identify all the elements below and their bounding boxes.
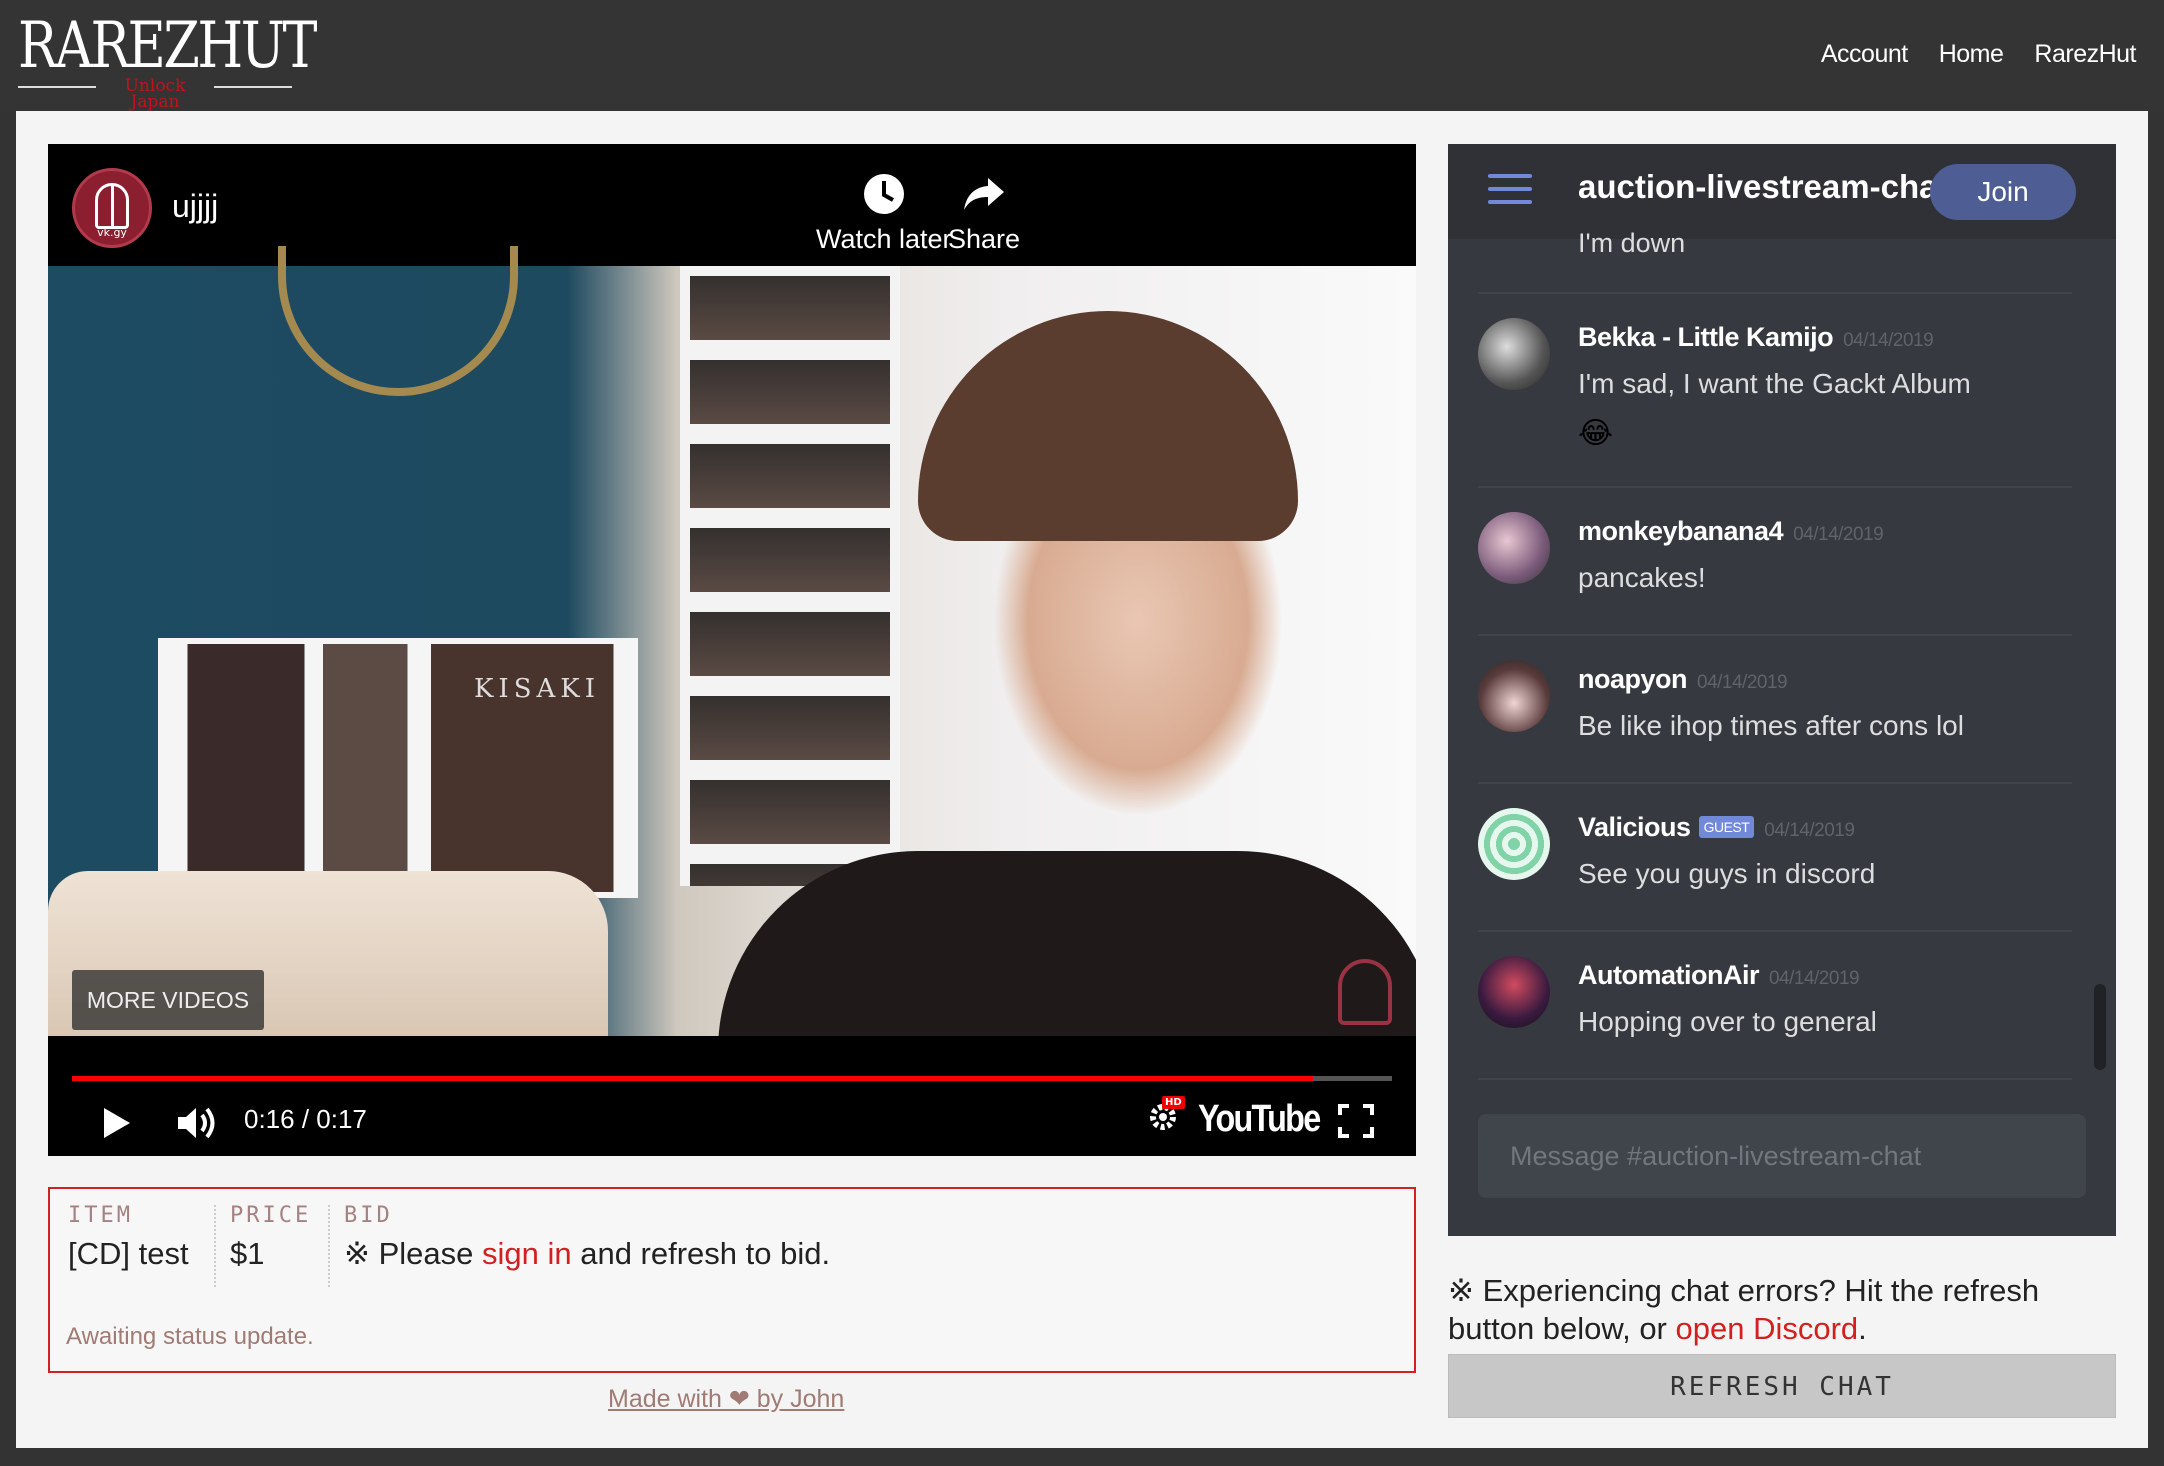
price-header: PRICE <box>230 1203 312 1228</box>
guest-badge: GUEST <box>1698 816 1755 838</box>
chat-message: noapyon 04/14/2019 Be like ihop times aft… <box>1478 634 2072 782</box>
nav-home-link[interactable]: Home <box>1939 40 2004 69</box>
user-avatar[interactable] <box>1478 808 1550 880</box>
video-controls: 0:16 / 0:17 HD YouTube <box>48 1036 1416 1156</box>
more-videos-button[interactable]: MORE VIDEOS <box>72 970 264 1030</box>
chat-message: AutomationAir 04/14/2019 Hopping over to … <box>1478 930 2072 1080</box>
status-text: Awaiting status update. <box>66 1323 314 1350</box>
top-bar: RAREZHUT Unlock Japan Account Home Rarez… <box>0 0 2164 111</box>
volume-icon[interactable] <box>176 1104 218 1142</box>
credit-link[interactable]: Made with ❤ by John <box>608 1384 844 1414</box>
item-header: ITEM <box>68 1203 133 1228</box>
youtube-logo[interactable]: YouTube <box>1198 1098 1321 1141</box>
user-avatar[interactable] <box>1478 660 1550 732</box>
nav-account-link[interactable]: Account <box>1821 40 1908 69</box>
user-avatar[interactable] <box>1478 956 1550 1028</box>
presenter <box>718 311 1416 1051</box>
channel-title: auction-livestream-chat <box>1578 168 1949 205</box>
wall-mirror <box>278 246 518 396</box>
sign-in-link[interactable]: sign in <box>482 1236 572 1271</box>
logo-tagline: Unlock Japan <box>18 78 293 111</box>
progress-bar[interactable] <box>72 1076 1392 1081</box>
channel-watermark-icon[interactable] <box>1338 959 1392 1025</box>
video-time: 0:16 / 0:17 <box>244 1104 367 1134</box>
hd-badge: HD <box>1162 1096 1185 1109</box>
logo-wordmark: RAREZHUT <box>18 9 317 83</box>
discord-chat-widget: auction-livestream-chat Join I'm down Be… <box>1448 144 2116 1236</box>
partial-message: I'm down <box>1578 228 1686 258</box>
emoji: 😂 <box>1578 416 1614 451</box>
bid-column: BID ※ Please sign in and refresh to bid. <box>344 1203 830 1272</box>
join-button[interactable]: Join <box>1930 164 2076 220</box>
user-avatar[interactable] <box>1478 318 1550 390</box>
refresh-chat-button[interactable]: REFRESH CHAT <box>1448 1354 2116 1418</box>
video-player[interactable]: vk.gy ujjjj Watch later Share KISAKI MOR… <box>48 144 1416 1156</box>
open-discord-link[interactable]: open Discord <box>1676 1311 1859 1346</box>
video-title[interactable]: ujjjj <box>172 188 218 225</box>
chat-help-text: ※ Experiencing chat errors? Hit the refr… <box>1448 1273 2040 1346</box>
clock-icon <box>863 174 904 214</box>
share-button[interactable]: Share <box>948 172 1020 255</box>
chat-message: Bekka - Little Kamijo 04/14/2019 I'm sad,… <box>1478 292 2072 488</box>
bid-panel: ITEM [CD] test PRICE $1 BID ※ Please sig… <box>48 1187 1416 1373</box>
hamburger-menu-icon[interactable] <box>1488 174 1532 204</box>
chat-header: auction-livestream-chat Join <box>1448 144 2116 239</box>
play-icon[interactable] <box>102 1106 132 1140</box>
share-arrow-icon <box>964 178 1005 210</box>
bid-instructions: ※ Please sign in and refresh to bid. <box>344 1236 831 1271</box>
settings-gear-icon[interactable]: HD <box>1148 1096 1185 1130</box>
price-column: PRICE $1 <box>230 1203 311 1272</box>
message-input[interactable]: Message #auction-livestream-chat <box>1478 1114 2086 1198</box>
bid-header: BID <box>344 1203 393 1228</box>
chat-message: Valicious GUEST 04/14/2019 See you guys in… <box>1478 782 2072 930</box>
channel-avatar[interactable]: vk.gy <box>72 168 152 248</box>
framed-posters: KISAKI <box>158 638 638 898</box>
watch-later-button[interactable]: Watch later <box>816 172 952 255</box>
price-value: $1 <box>230 1236 265 1271</box>
site-logo[interactable]: RAREZHUT Unlock Japan <box>18 12 317 111</box>
nav-rarezhut-link[interactable]: RarezHut <box>2034 40 2136 69</box>
progress-fill <box>72 1076 1313 1081</box>
chat-scrollbar[interactable] <box>2094 984 2106 1070</box>
top-nav: Account Home RarezHut <box>1821 40 2137 69</box>
chat-message: monkeybanana4 04/14/2019 pancakes! <box>1478 486 2072 634</box>
user-avatar[interactable] <box>1478 512 1550 584</box>
video-frame: KISAKI <box>48 246 1416 1051</box>
video-top-bar: vk.gy ujjjj Watch later Share <box>48 144 1416 266</box>
item-value: [CD] test <box>68 1236 189 1271</box>
item-column: ITEM [CD] test <box>68 1203 189 1272</box>
fullscreen-icon[interactable] <box>1338 1104 1374 1138</box>
